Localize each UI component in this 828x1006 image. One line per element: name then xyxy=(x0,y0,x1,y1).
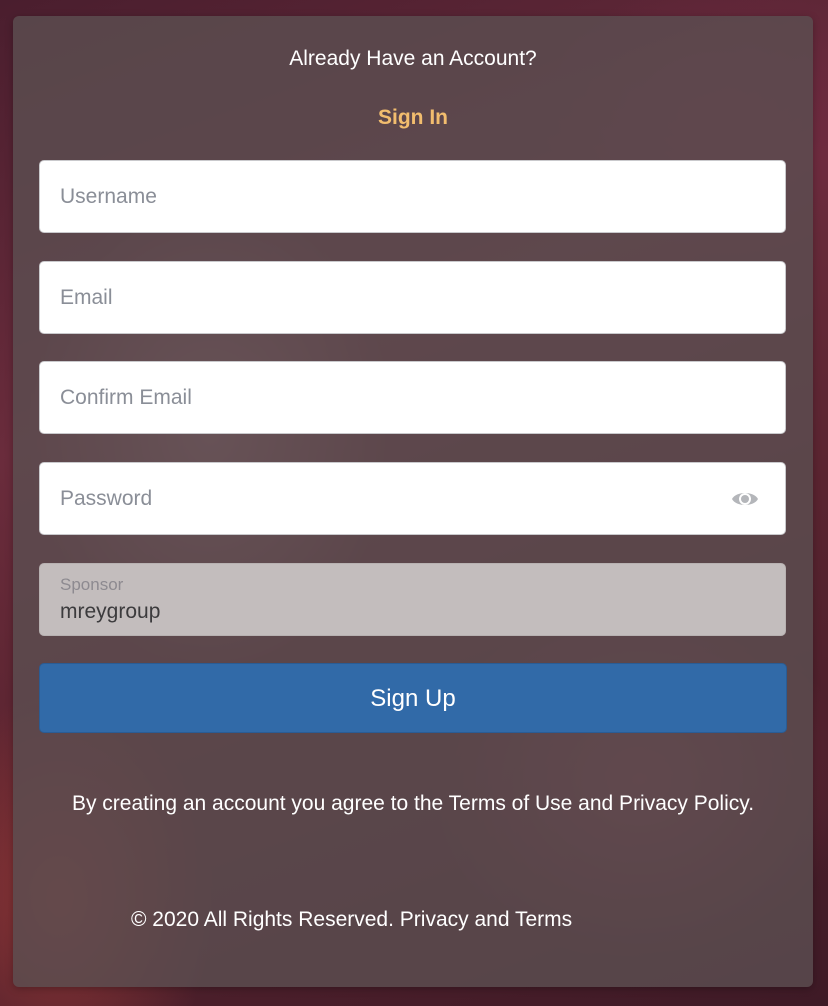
email-field-container xyxy=(39,261,786,334)
sponsor-value: mreygroup xyxy=(60,600,161,623)
username-field-container xyxy=(39,160,786,233)
password-input[interactable] xyxy=(60,463,700,534)
terms-of-use-link[interactable]: Terms of Use and Privacy Policy. xyxy=(449,792,754,815)
privacy-and-terms-link[interactable]: Privacy and Terms xyxy=(400,908,572,931)
terms-text: By creating an account you agree to the … xyxy=(63,787,763,821)
already-have-account-text: Already Have an Account? xyxy=(289,47,537,70)
username-input[interactable] xyxy=(60,161,700,232)
sign-up-button[interactable]: Sign Up xyxy=(39,663,787,733)
sign-in-link[interactable]: Sign In xyxy=(13,104,813,132)
confirm-email-input[interactable] xyxy=(60,362,700,433)
copyright-label: © 2020 All Rights Reserved. xyxy=(131,908,400,931)
eye-icon[interactable] xyxy=(731,488,759,510)
sponsor-field: Sponsor mreygroup xyxy=(39,563,786,636)
password-field-container xyxy=(39,462,786,535)
signup-card: Already Have an Account? Sign In Sponsor… xyxy=(13,16,813,987)
confirm-email-field-container xyxy=(39,361,786,434)
copyright-text: © 2020 All Rights Reserved. Privacy and … xyxy=(131,905,572,935)
email-input[interactable] xyxy=(60,262,700,333)
sponsor-label: Sponsor xyxy=(60,575,124,594)
terms-prefix: By creating an account you agree to the xyxy=(71,792,449,815)
